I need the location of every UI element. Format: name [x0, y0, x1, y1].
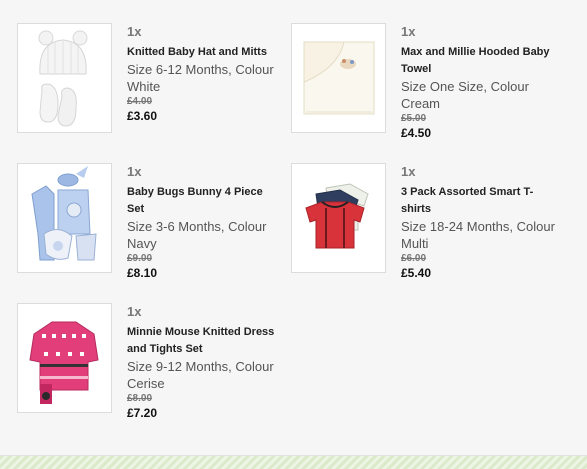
footer-strip — [0, 456, 587, 469]
item-name[interactable]: Knitted Baby Hat and Mitts — [127, 44, 282, 61]
item-quantity: 1x — [127, 304, 142, 319]
tshirts-image — [305, 183, 369, 249]
item-quantity: 1x — [127, 24, 142, 39]
item-name[interactable]: 3 Pack Assorted Smart T-shirts — [401, 184, 556, 218]
item-was-price: £8.00 — [127, 393, 153, 404]
product-image[interactable] — [17, 23, 112, 133]
basket-item: 1x Minnie Mouse Knitted Dress and Tights… — [17, 303, 287, 433]
basket-item: 1x Baby Bugs Bunny 4 Piece Set Size 3-6 … — [17, 163, 287, 293]
item-quantity: 1x — [127, 164, 142, 179]
item-attributes: Size 6-12 Months, Colour White — [127, 62, 274, 94]
knitted-hat-mitts-image — [38, 30, 88, 127]
item-name[interactable]: Minnie Mouse Knitted Dress and Tights Se… — [127, 324, 282, 358]
item-name[interactable]: Max and Millie Hooded Baby Towel — [401, 44, 556, 78]
item-was-price: £6.00 — [401, 253, 427, 264]
item-info: 1x 3 Pack Assorted Smart T-shirts Size 1… — [401, 163, 556, 281]
item-info: 1x Knitted Baby Hat and Mitts Size 6-12 … — [127, 23, 282, 124]
product-image[interactable] — [17, 163, 112, 273]
hooded-towel-image — [303, 41, 375, 115]
minnie-dress-image — [29, 321, 99, 404]
item-name[interactable]: Baby Bugs Bunny 4 Piece Set — [127, 184, 282, 218]
item-price: £4.50 — [401, 126, 432, 140]
basket-item: 1x Knitted Baby Hat and Mitts Size 6-12 … — [17, 23, 287, 153]
item-quantity: 1x — [401, 164, 416, 179]
basket-item: 1x 3 Pack Assorted Smart T-shirts Size 1… — [291, 163, 561, 293]
item-info: 1x Baby Bugs Bunny 4 Piece Set Size 3-6 … — [127, 163, 282, 281]
product-image[interactable] — [291, 163, 386, 273]
item-info: 1x Max and Millie Hooded Baby Towel Size… — [401, 23, 556, 141]
basket-item: 1x Max and Millie Hooded Baby Towel Size… — [291, 23, 561, 153]
item-attributes: Size 9-12 Months, Colour Cerise — [127, 359, 274, 391]
item-attributes: Size One Size, Colour Cream — [401, 79, 529, 111]
item-price: £7.20 — [127, 406, 158, 420]
item-attributes: Size 18-24 Months, Colour Multi — [401, 219, 555, 251]
item-was-price: £4.00 — [127, 96, 153, 107]
item-info: 1x Minnie Mouse Knitted Dress and Tights… — [127, 303, 282, 421]
item-price: £5.40 — [401, 266, 432, 280]
item-quantity: 1x — [401, 24, 416, 39]
item-price: £3.60 — [127, 109, 158, 123]
item-was-price: £9.00 — [127, 253, 153, 264]
item-was-price: £5.00 — [401, 113, 427, 124]
item-attributes: Size 3-6 Months, Colour Navy — [127, 219, 267, 251]
item-price: £8.10 — [127, 266, 158, 280]
product-image[interactable] — [17, 303, 112, 413]
product-image[interactable] — [291, 23, 386, 133]
bugs-bunny-set-image — [31, 166, 97, 261]
